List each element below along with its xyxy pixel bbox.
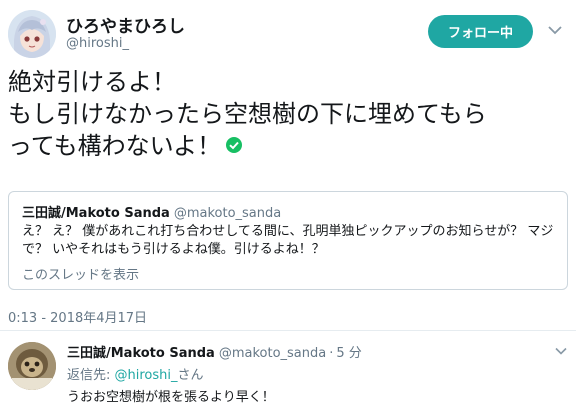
reply-author-handle[interactable]: @makoto_sanda — [219, 346, 326, 361]
quote-author-handle[interactable]: @makoto_sanda — [174, 206, 281, 221]
chevron-down-icon[interactable] — [555, 346, 567, 356]
tweet-line: 絶対引けるよ！ — [8, 68, 176, 96]
replying-to: 返信先: @hiroshi_さん — [67, 364, 204, 383]
check-circle-icon — [226, 137, 243, 153]
quote-author-name[interactable]: 三田誠/Makoto Sanda — [22, 206, 170, 221]
quote-header: 三田誠/Makoto Sanda @makoto_sanda — [22, 202, 281, 221]
reply-author-name[interactable]: 三田誠/Makoto Sanda — [67, 346, 215, 361]
author-avatar-image — [8, 10, 56, 58]
tweet-timestamp[interactable]: 0:13 - 2018年4月17日 — [8, 307, 147, 326]
reply-avatar[interactable] — [8, 342, 56, 390]
reply-time[interactable]: 5 分 — [336, 346, 361, 361]
reply-separator: · — [329, 346, 334, 361]
quote-text: え？ え？ 僕があれこれ打ち合わせしてる間に、孔明単独ピックアップのお知らせが？… — [22, 224, 554, 257]
quoted-tweet-card[interactable]: 三田誠/Makoto Sanda @makoto_sanda え？ え？ 僕があれ… — [8, 191, 568, 290]
chevron-down-icon[interactable] — [548, 24, 562, 36]
show-thread-link[interactable]: このスレッドを表示 — [22, 264, 139, 283]
tweet-line: もし引けなかったら空想樹の下に埋めてもら — [8, 100, 487, 128]
replying-to-prefix: 返信先: — [67, 368, 115, 383]
tweet-text: 絶対引けるよ！ もし引けなかったら空想樹の下に埋めてもら っても構わないよ！ — [8, 66, 570, 162]
author-handle[interactable]: @hiroshi_ — [66, 36, 129, 51]
tweet-line-last: っても構わないよ！ — [8, 130, 570, 162]
divider — [0, 330, 576, 331]
replying-to-suffix: さん — [177, 368, 204, 383]
following-button[interactable]: フォロー中 — [428, 15, 533, 48]
author-avatar[interactable] — [8, 10, 56, 58]
replying-to-mention[interactable]: @hiroshi_ — [115, 368, 178, 383]
tweet-line-text: っても構わないよ！ — [8, 132, 222, 160]
reply-text: うおお空想樹が根を張るより早く！ — [67, 390, 275, 405]
author-display-name[interactable]: ひろやまひろし — [66, 12, 185, 37]
reply-avatar-image — [8, 342, 56, 390]
reply-header: 三田誠/Makoto Sanda @makoto_sanda · 5 分 — [67, 342, 362, 361]
